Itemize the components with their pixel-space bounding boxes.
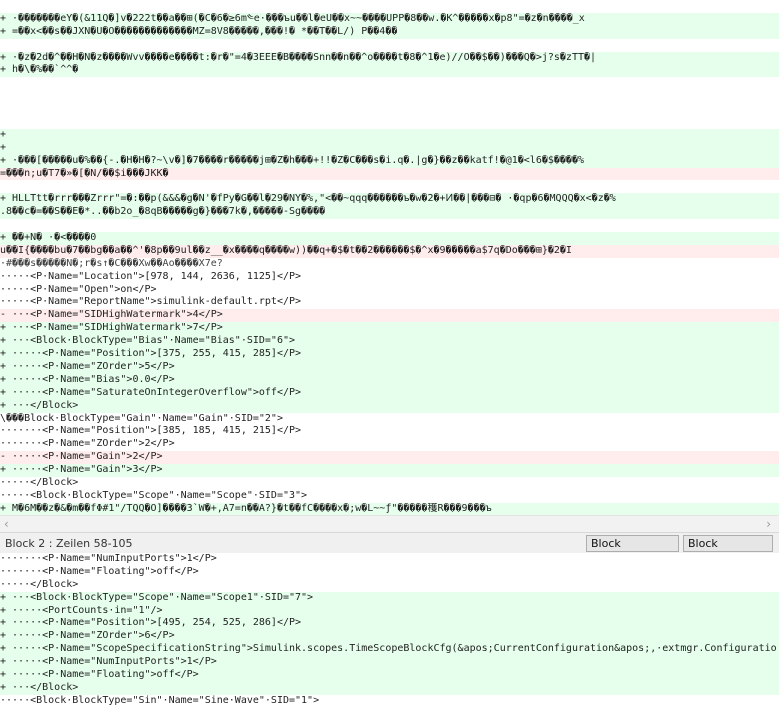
diff-line-blank [0, 90, 779, 104]
diff-line-add: + ·····<P·Name="ScopeSpecificationString… [0, 643, 779, 657]
diff-line-blank [0, 77, 779, 91]
chevron-left-icon[interactable]: ‹ [4, 517, 9, 531]
diff-line-ctx: ·······<P·Name="Floating">off</P> [0, 565, 779, 579]
block-status-bar: Block 2 : Zeilen 58-105 Block vormerken … [0, 532, 779, 566]
diff-line-add: + =��x<��s��JXN�U�O�������������MZ=8V8��… [0, 25, 779, 39]
diff-line-add: + ·····<P·Name="Floating">off</P> [0, 669, 779, 682]
diff-line-add: + [0, 128, 779, 142]
discard-block-button[interactable]: Block verwerfen [683, 535, 773, 566]
diff-line-add: + ·���[�����u�%��{-.�H�H�?~\v�]�7����r��… [0, 154, 779, 168]
diff-line-blank [0, 219, 779, 233]
diff-line-ctx: ·······<P·Name="NumInputPorts">1</P> [0, 553, 779, 566]
diff-line-ctx: ·····</Block> [0, 578, 779, 592]
diff-line-add: + ···</Block> [0, 681, 779, 695]
diff-line-add: + h�\�%��`^^� [0, 64, 779, 78]
diff-line-ctx: ·····<P·Name="ReportName">simulink-defau… [0, 296, 779, 310]
diff-line-ctx: ·····</Block> [0, 476, 779, 490]
diff-line-ctx: ·····<P·Name="Open">on</P> [0, 283, 779, 297]
diff-line-add: .8��c�=��S��E�*..��b̄2o_�8qB�����g�}���7… [0, 206, 779, 220]
diff-line-add: + ···<Block·BlockType="Bias"·Name="Bias"… [0, 335, 779, 349]
diff-line-add: + ·····<P·Name="SaturateOnIntegerOverflo… [0, 386, 779, 400]
diff-line-bin: ·#���s�����N�;r�s↑�C���Xw��Ao����X7e? [0, 257, 223, 269]
diff-line-ctx: ·······<P·Name="Position">[385, 185, 415… [0, 425, 779, 439]
diff-line-add: + ��+N� ·�<����0 [0, 232, 779, 245]
block-range-label: Block 2 : Zeilen 58-105 [5, 537, 133, 550]
diff-line-add: + M�6M��z�&�m��fΦ#1"/TQQ�O]����3`W�+,A7=… [0, 502, 779, 515]
mark-block-button[interactable]: Block vormerken [586, 535, 679, 566]
diff-pane-top[interactable]: + ·�������eY�(&11Q�]v�222t��a��⊞(�C�6�≥6… [0, 0, 779, 515]
diff-pane-bottom[interactable]: ·······<P·Name="NumInputPorts">1</P> ····… [0, 553, 779, 714]
diff-line-add: + ·····<PortCounts·in="1"/> [0, 604, 779, 618]
diff-line-add: + ·····<P·Name="ZOrder">5</P> [0, 360, 779, 374]
diff-line-blank [0, 180, 779, 194]
diff-line-ctx: ·····<Block·BlockType="Sin"·Name="Sine·W… [0, 694, 779, 708]
diff-line-ctx: ·······<P·Name="ZOrder">2</P> [0, 438, 779, 452]
diff-line-ctx: ·····<Block·BlockType="Scope"·Name="Scop… [0, 489, 779, 503]
diff-line-add: + [0, 141, 779, 155]
diff-line-add: + ·····<P·Name="NumInputPorts">1</P> [0, 656, 779, 670]
diff-line-blank [0, 116, 779, 129]
diff-line-ctx: \���Block·BlockType="Gain"·Name="Gain"·S… [0, 412, 779, 426]
diff-line-del: - ·····<P·Name="Gain">2</P> [0, 451, 779, 465]
diff-line-blank [0, 38, 779, 52]
diff-line-add: + ···<Block·BlockType="Scope"·Name="Scop… [0, 591, 779, 605]
horizontal-scrollbar[interactable]: ‹ › [0, 515, 779, 532]
diff-line-add: + ···<P·Name="SIDHighWatermark">7</P> [0, 322, 779, 336]
diff-line-add: + ·····<P·Name="Position">[495, 254, 525… [0, 617, 779, 631]
diff-line-add: + HLLTtt�rrr���Zrrr"=�:��p(&&&�g�N'�fPy�… [0, 193, 779, 207]
diff-line-add: + ·····<P·Name="Gain">3</P> [0, 464, 779, 477]
diff-line-add: + ···</Block> [0, 399, 779, 413]
diff-line-del: u��I{����bu�7��bg��a��^'�8p��9ul��z__�x�… [0, 244, 779, 258]
diff-line-ctx: ·····<P·Name="Location">[978, 144, 2636,… [0, 270, 779, 284]
diff-line-del: =���n;u�T7�»�[�N/��$i���JKK� [0, 167, 779, 181]
diff-line-blank [0, 103, 779, 117]
diff-line-add: + ·�z�2d�^��H�N�z����Wvv����e����t:�r�"=… [0, 51, 779, 65]
diff-line-blank [0, 0, 779, 13]
diff-line-add: + ·····<P·Name="Position">[375, 255, 415… [0, 348, 779, 361]
diff-line-add: + ·�������eY�(&11Q�]v�222t��a��⊞(�C�6�≥6… [0, 12, 779, 26]
chevron-right-icon[interactable]: › [766, 517, 771, 531]
diff-line-add: + ·····<P·Name="ZOrder">6</P> [0, 630, 779, 644]
diff-line-add: + ·····<P·Name="Bias">0.0</P> [0, 373, 779, 387]
diff-line-del: - ···<P·Name="SIDHighWatermark">4</P> [0, 309, 779, 323]
